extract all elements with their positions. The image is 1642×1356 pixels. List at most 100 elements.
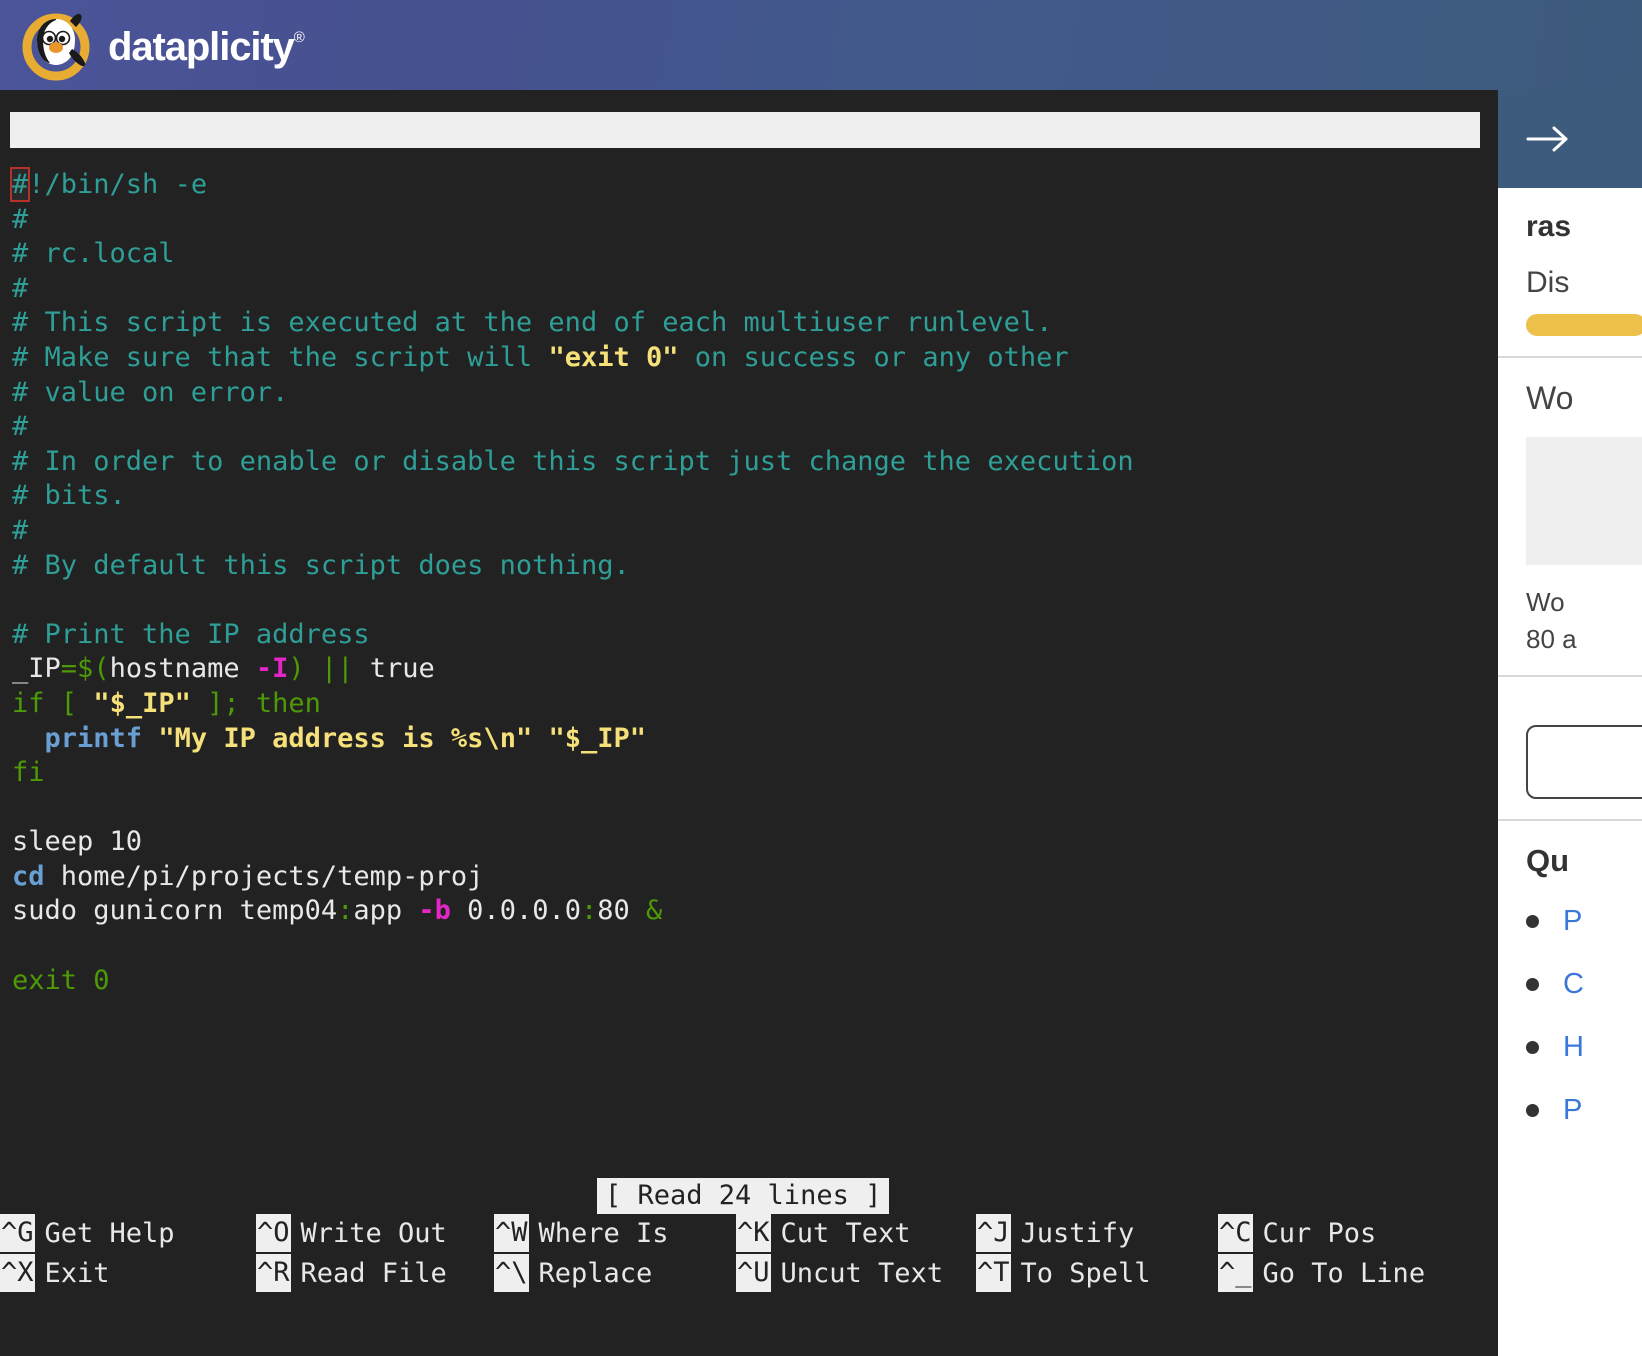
shortcut-exit[interactable]: ^X Exit bbox=[0, 1254, 256, 1292]
code-line: if [ "$_IP" ]; then bbox=[12, 687, 1490, 722]
nano-editor-text[interactable]: #!/bin/sh -e # # rc.local # # This script is… bbox=[0, 167, 1490, 998]
shortcut-get-help[interactable]: ^G Get Help bbox=[0, 1214, 256, 1252]
bullet-icon bbox=[1526, 978, 1539, 991]
code-token: # bbox=[12, 514, 29, 546]
shortcut-cur-pos[interactable]: ^C Cur Pos bbox=[1218, 1214, 1468, 1252]
shortcut-key: ^R bbox=[256, 1254, 291, 1292]
code-token: ( bbox=[93, 653, 110, 685]
code-token: ) bbox=[288, 653, 305, 685]
quick-link-item[interactable]: C bbox=[1526, 968, 1642, 1001]
code-line: # bbox=[12, 410, 1490, 445]
quick-link-item[interactable]: P bbox=[1526, 1094, 1642, 1127]
code-line: # bits. bbox=[12, 479, 1490, 514]
terminal-pane[interactable]: GNU nano 3.2 rc.local #!/bin/sh -e # # rc.… bbox=[0, 90, 1490, 1356]
code-token: 0.0.0.0 bbox=[450, 895, 581, 927]
code-token: "exit 0" bbox=[548, 341, 679, 373]
brand-header: dataplicity® bbox=[0, 0, 1642, 90]
quick-link-item[interactable]: P bbox=[1526, 905, 1642, 938]
code-token: [ bbox=[60, 687, 78, 719]
code-token: ]; bbox=[207, 687, 240, 719]
shortcut-label: Get Help bbox=[44, 1217, 175, 1249]
code-token: "$_IP" bbox=[93, 687, 191, 719]
shortcut-label: Cut Text bbox=[780, 1217, 911, 1249]
code-token: = bbox=[60, 653, 78, 685]
shortcut-label: Replace bbox=[538, 1257, 653, 1289]
shortcut-label: To Spell bbox=[1020, 1257, 1151, 1289]
device-status-label: Dis bbox=[1526, 266, 1570, 299]
sidebar-quick-section: Qu PCHP bbox=[1498, 821, 1642, 1177]
code-token: hostname bbox=[109, 653, 256, 685]
code-token: # This script is executed at the end of … bbox=[12, 307, 1053, 339]
code-token: # By default this script does nothing. bbox=[12, 549, 630, 581]
shortcut-uncut-text[interactable]: ^U Uncut Text bbox=[736, 1254, 976, 1292]
code-token: : bbox=[580, 895, 598, 927]
wormhole-action-button[interactable] bbox=[1526, 725, 1642, 799]
code-token: # bbox=[12, 411, 29, 443]
nano-shortcut-bar: ^G Get Help ^O Write Out ^W Where Is ^K Cut Tex… bbox=[0, 1213, 1490, 1293]
code-line: # rc.local bbox=[12, 237, 1490, 272]
code-token: # bits. bbox=[12, 480, 126, 512]
shortcut-key: ^_ bbox=[1218, 1254, 1253, 1292]
quick-link-label: H bbox=[1563, 1031, 1584, 1063]
wormhole-subtext: 80 a bbox=[1526, 624, 1577, 654]
code-token: on success or any other bbox=[678, 341, 1069, 373]
bullet-icon bbox=[1526, 1104, 1539, 1117]
shortcut-go-to-line[interactable]: ^_ Go To Line bbox=[1218, 1254, 1468, 1292]
code-token: sudo gunicorn temp04 bbox=[12, 895, 338, 927]
sidebar-action-section bbox=[1498, 677, 1642, 819]
wormhole-caption: Wo bbox=[1526, 587, 1565, 617]
arrow-right-icon[interactable] bbox=[1526, 124, 1572, 154]
code-token: # rc.local bbox=[12, 238, 175, 270]
shortcut-key: ^C bbox=[1218, 1214, 1253, 1252]
quick-link-item[interactable]: H bbox=[1526, 1031, 1642, 1064]
shortcut-replace[interactable]: ^\ Replace bbox=[494, 1254, 736, 1292]
shortcut-key: ^K bbox=[736, 1214, 771, 1252]
brand-wordmark: dataplicity® bbox=[108, 25, 305, 70]
code-line: _IP=$(hostname -I) || true bbox=[12, 652, 1490, 687]
code-line: #!/bin/sh -e bbox=[9, 167, 1490, 203]
status-badge bbox=[1526, 314, 1642, 336]
shortcut-key: ^G bbox=[0, 1214, 35, 1252]
code-line: # bbox=[12, 514, 1490, 549]
shortcut-label: Cur Pos bbox=[1262, 1217, 1377, 1249]
code-line: # Make sure that the script will "exit 0… bbox=[12, 341, 1490, 376]
shortcut-to-spell[interactable]: ^T To Spell bbox=[976, 1254, 1218, 1292]
device-sidebar[interactable]: ras Dis Wo Wo 80 a Qu PCHP bbox=[1498, 90, 1642, 1356]
brand-name: dataplicity bbox=[108, 24, 295, 69]
penguin-logo-icon bbox=[18, 7, 94, 83]
code-token: # Print the IP address bbox=[12, 618, 370, 650]
shortcut-label: Write Out bbox=[300, 1217, 447, 1249]
registered-mark: ® bbox=[293, 28, 305, 46]
shortcut-key: ^U bbox=[736, 1254, 771, 1292]
shortcut-read-file[interactable]: ^R Read File bbox=[256, 1254, 494, 1292]
shortcut-cut-text[interactable]: ^K Cut Text bbox=[736, 1214, 976, 1252]
code-token: then bbox=[255, 687, 321, 719]
sidebar-device-section: ras Dis bbox=[1498, 188, 1642, 356]
shortcut-where-is[interactable]: ^W Where Is bbox=[494, 1214, 736, 1252]
code-line: # bbox=[12, 272, 1490, 307]
shortcut-key: ^J bbox=[976, 1214, 1011, 1252]
bullet-icon bbox=[1526, 915, 1539, 928]
code-line: cd home/pi/projects/temp-proj bbox=[12, 860, 1490, 895]
shortcut-key: ^X bbox=[0, 1254, 35, 1292]
shortcut-label: Where Is bbox=[538, 1217, 669, 1249]
code-token: -b bbox=[418, 895, 451, 927]
code-token: home/pi/projects/temp-proj bbox=[44, 860, 484, 892]
shortcut-justify[interactable]: ^J Justify bbox=[976, 1214, 1218, 1252]
shortcut-label: Uncut Text bbox=[780, 1257, 944, 1289]
shortcut-label: Exit bbox=[44, 1257, 110, 1289]
code-line: # In order to enable or disable this scr… bbox=[12, 445, 1490, 480]
wormhole-thumbnail bbox=[1526, 437, 1642, 565]
code-token: true bbox=[353, 653, 435, 685]
quick-link-label: P bbox=[1563, 1094, 1583, 1126]
code-token: & bbox=[646, 895, 663, 927]
shortcut-label: Go To Line bbox=[1262, 1257, 1426, 1289]
code-token: if bbox=[12, 687, 45, 719]
shortcut-write-out[interactable]: ^O Write Out bbox=[256, 1214, 494, 1252]
